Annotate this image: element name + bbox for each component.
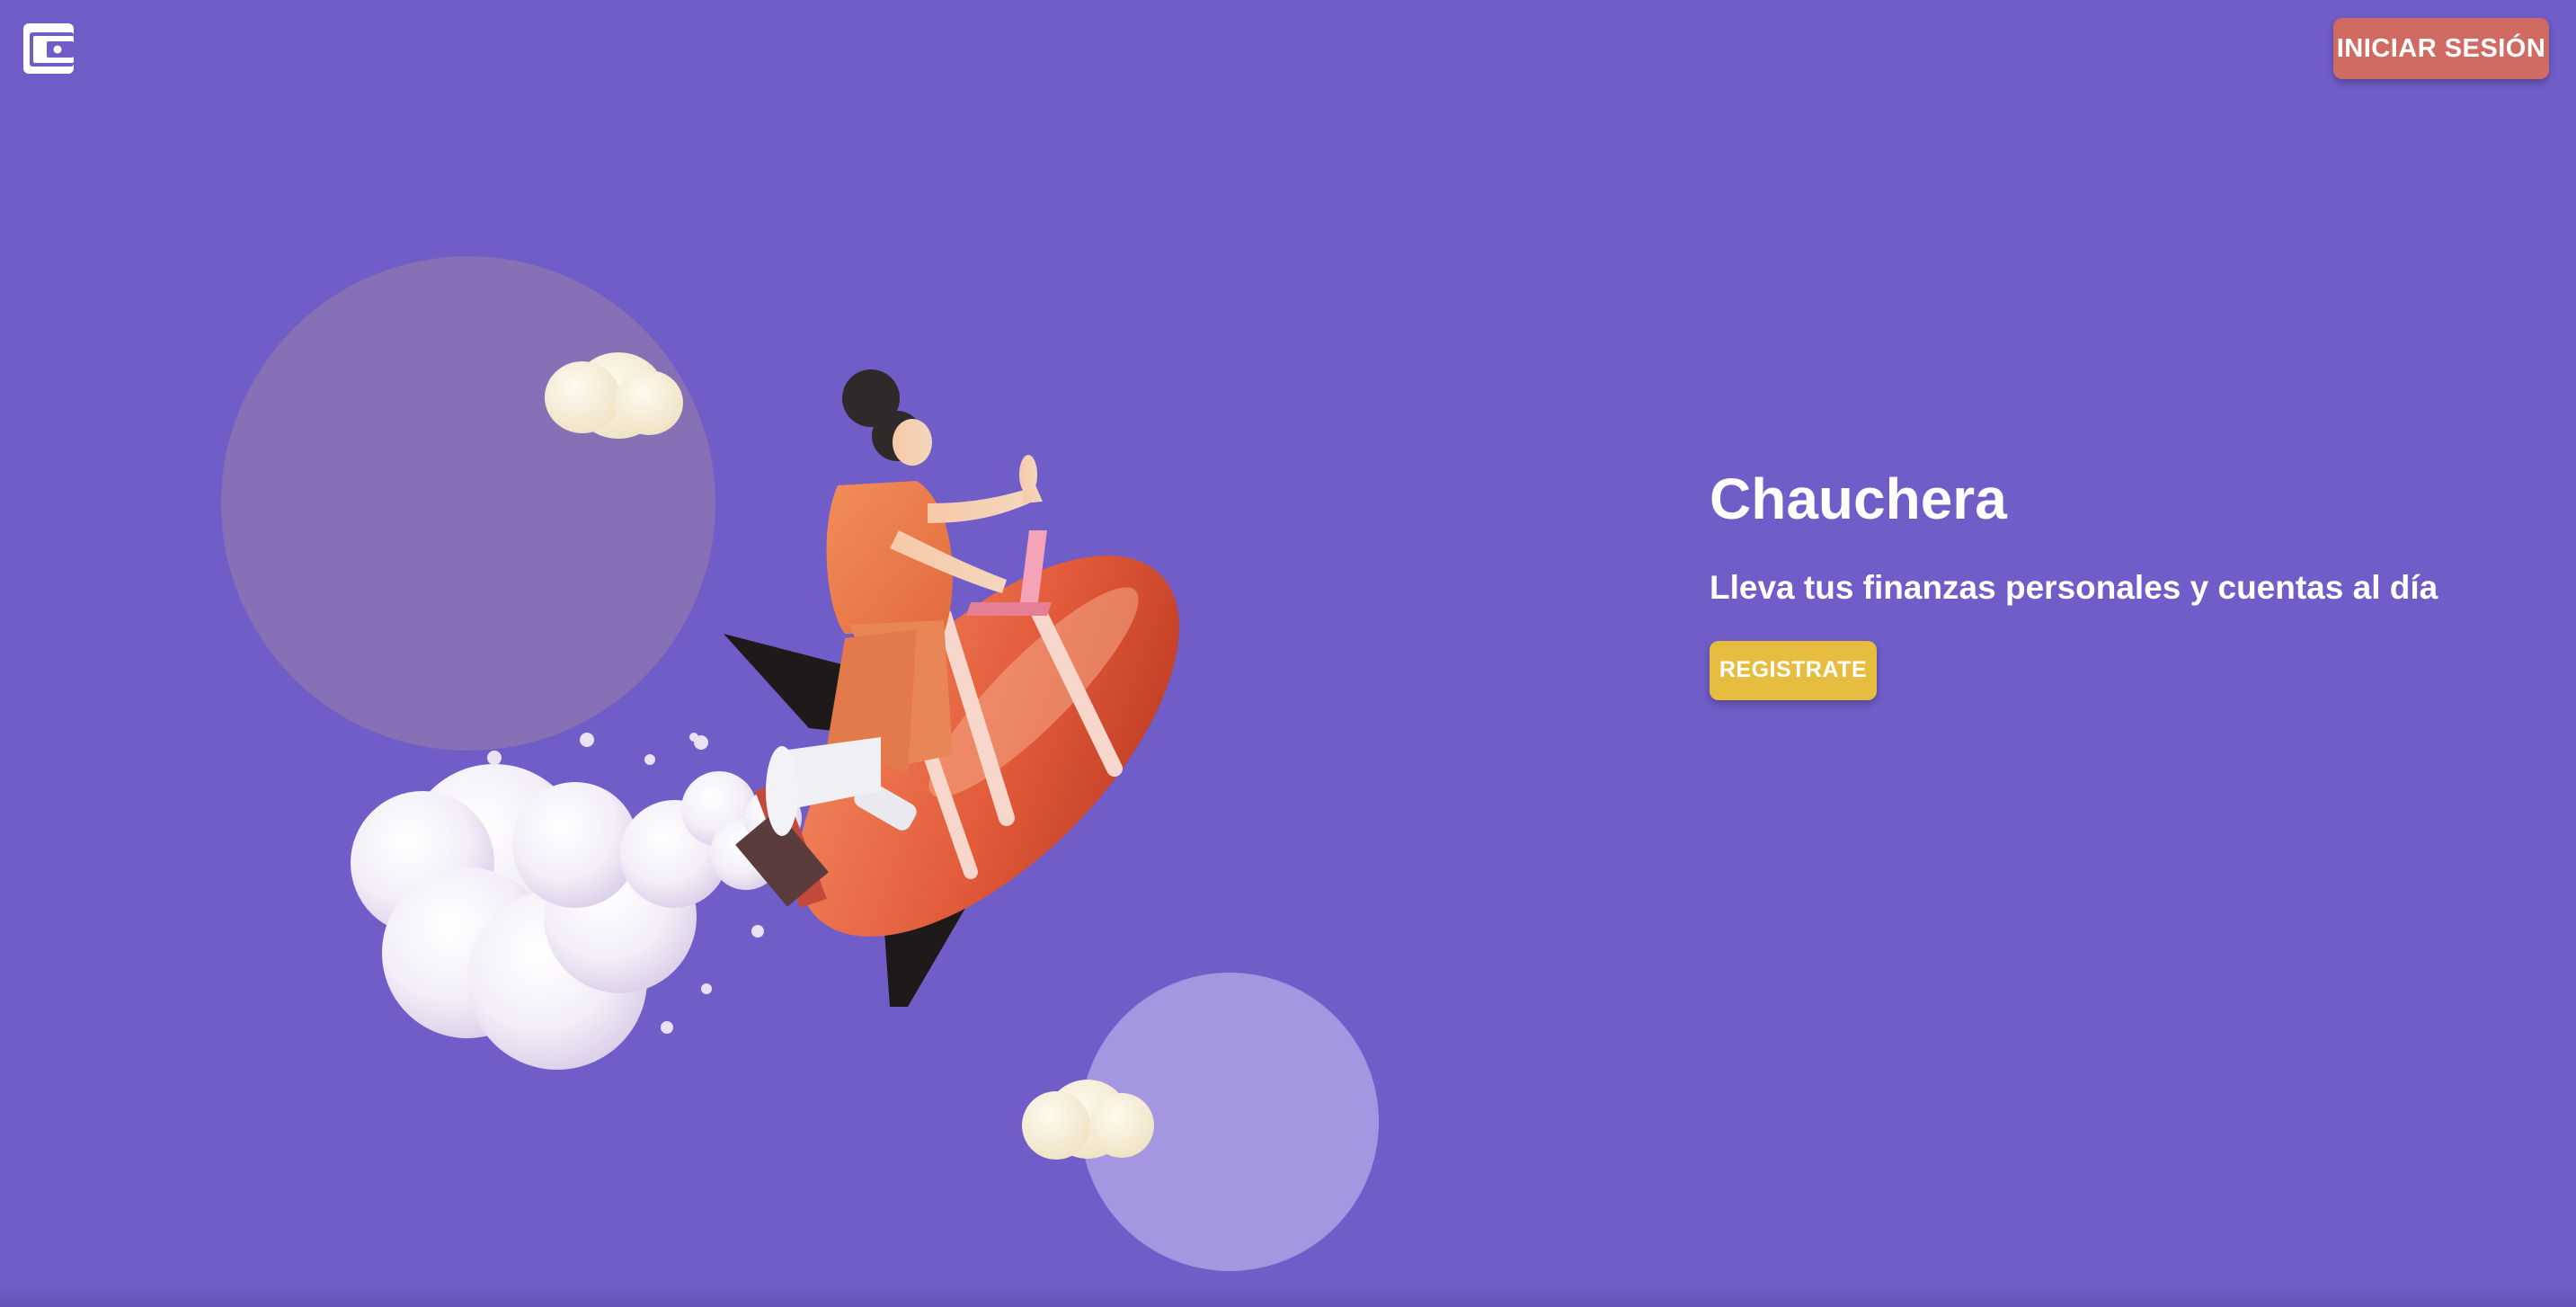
app-title: Chauchera [1710, 467, 2007, 531]
bottom-shadow [0, 1285, 2576, 1307]
wallet-icon[interactable] [23, 23, 74, 74]
rocket-illustration [221, 256, 1379, 1271]
login-button[interactable]: INICIAR SESIÓN [2333, 18, 2549, 79]
decorative-circle-large [221, 256, 715, 751]
register-button[interactable]: REGISTRATE [1710, 640, 1877, 700]
tagline: Lleva tus finanzas personales y cuentas … [1710, 569, 2438, 607]
rocket-smoke [351, 733, 816, 1070]
hero-content: Chauchera Lleva tus finanzas personales … [1710, 467, 2518, 700]
rocket-body [735, 556, 1179, 937]
top-bar: INICIAR SESIÓN [0, 0, 2576, 99]
